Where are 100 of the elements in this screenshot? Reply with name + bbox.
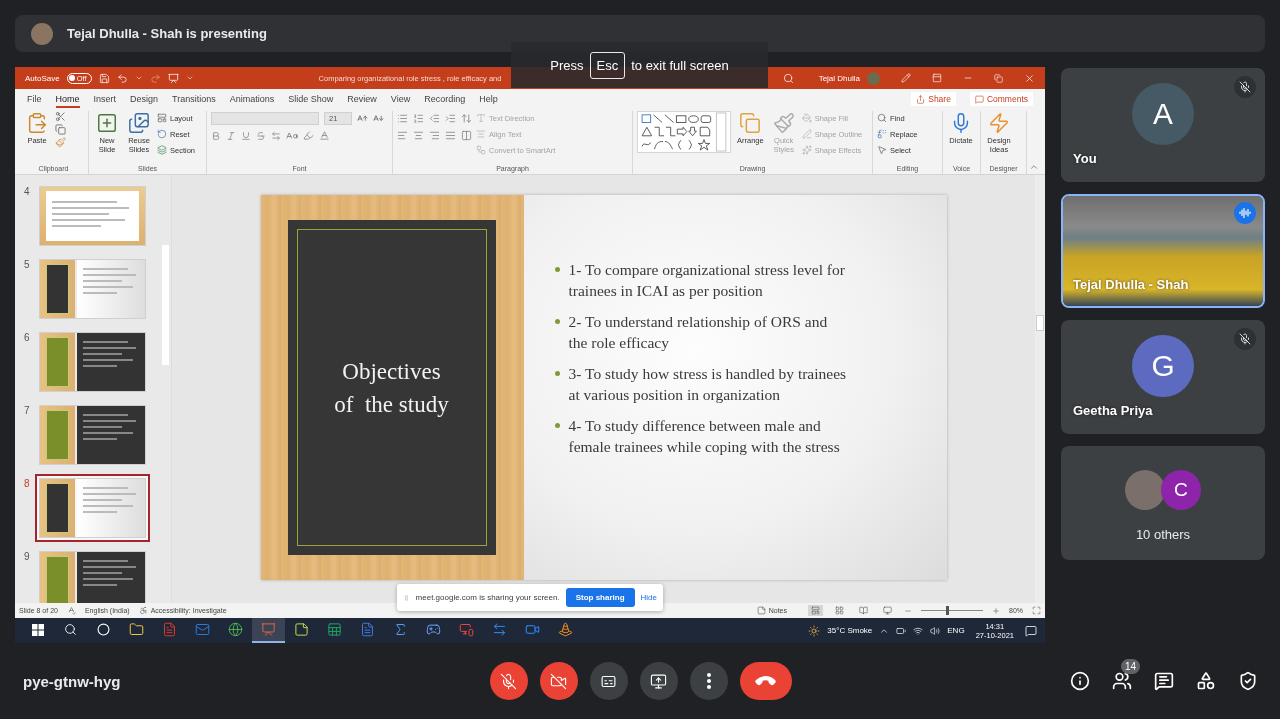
font-color-icon[interactable]	[319, 130, 330, 141]
meeting-action-button[interactable]	[1238, 671, 1258, 691]
search-icon	[64, 623, 77, 636]
save-icon[interactable]	[98, 72, 110, 84]
hide-link[interactable]: Hide	[640, 593, 657, 602]
caret-icon[interactable]	[134, 74, 143, 82]
format-painter-button[interactable]	[55, 137, 66, 148]
underline-icon[interactable]	[241, 130, 251, 141]
shapes-gallery[interactable]	[637, 111, 731, 153]
slide-thumbnail[interactable]	[35, 474, 150, 542]
arrows-icon	[492, 622, 507, 637]
photo-placeholder	[1125, 470, 1165, 510]
view-icon	[859, 606, 868, 615]
justify-icon[interactable]	[445, 130, 456, 141]
ribbon-tab[interactable]: Slide Show	[288, 93, 334, 108]
italic-icon[interactable]	[226, 130, 236, 141]
slider-thumb[interactable]	[946, 606, 949, 615]
indent-decrease-icon[interactable]	[429, 113, 440, 124]
avatar-placeholder	[31, 22, 53, 45]
meeting-action-button[interactable]	[1070, 671, 1090, 691]
shrink-font-icon[interactable]	[373, 113, 384, 124]
strikethrough-icon[interactable]	[256, 130, 266, 141]
redo-icon[interactable]	[149, 72, 161, 84]
bullets-icon[interactable]	[397, 113, 408, 124]
pen-button[interactable]	[901, 73, 911, 83]
restore-button[interactable]	[994, 73, 1003, 83]
ribbon-tab[interactable]: Design	[130, 93, 159, 108]
close-button[interactable]	[1024, 72, 1035, 84]
ribbon-tab[interactable]: Transitions	[172, 93, 216, 108]
view-button[interactable]	[856, 605, 871, 616]
scissors-icon	[55, 111, 66, 122]
ribbon-tab[interactable]: View	[390, 93, 411, 108]
caret-icon[interactable]	[185, 74, 194, 82]
call-control-button[interactable]	[639, 662, 678, 700]
slides-search-icon	[128, 112, 150, 134]
call-control-button[interactable]	[689, 662, 728, 700]
ribbon-tab[interactable]: Help	[479, 93, 498, 108]
call-control-button[interactable]	[539, 662, 578, 700]
meeting-action-button[interactable]	[1196, 671, 1216, 691]
copy-button[interactable]	[55, 124, 66, 135]
comment-icon	[974, 94, 984, 104]
columns-icon[interactable]	[461, 130, 472, 141]
ribbon-tab[interactable]: Home	[55, 93, 80, 108]
spacing-icon[interactable]	[271, 130, 281, 141]
battery-icon[interactable]	[896, 625, 907, 636]
document-icon	[162, 622, 177, 637]
call-control-button[interactable]	[489, 662, 528, 700]
grow-font-icon[interactable]	[357, 113, 368, 124]
ribbon-tab[interactable]: Recording	[424, 93, 466, 108]
wifi-icon[interactable]	[913, 625, 924, 636]
align-left-icon[interactable]	[397, 130, 408, 141]
search-icon[interactable]	[782, 72, 794, 84]
fit-icon[interactable]	[1032, 606, 1041, 615]
undo-icon[interactable]	[116, 72, 128, 84]
ribbon-display-button[interactable]	[932, 73, 942, 83]
camera-off-icon	[550, 672, 567, 690]
chat-icon	[1154, 671, 1174, 691]
bullet-dot	[554, 423, 560, 428]
share-button[interactable]: Share	[911, 92, 956, 106]
cut-button[interactable]	[55, 111, 66, 122]
change-case-icon[interactable]	[286, 129, 298, 142]
language-indicator[interactable]: ENG	[947, 626, 965, 635]
meeting-action-button[interactable]	[1112, 671, 1132, 691]
scrollbar[interactable]	[1035, 175, 1045, 603]
line-spacing-icon[interactable]	[461, 113, 472, 124]
plus-icon[interactable]	[992, 606, 1000, 615]
ribbon-tab[interactable]: Review	[347, 93, 377, 108]
highlighter-icon[interactable]	[303, 130, 314, 141]
call-control-button[interactable]	[739, 662, 792, 700]
notification-icon[interactable]	[1025, 624, 1037, 637]
stop-sharing-button[interactable]: Stop sharing	[565, 588, 635, 607]
scrollbar[interactable]	[160, 175, 172, 603]
collapse-ribbon-button[interactable]	[1029, 162, 1039, 172]
layout-icon	[157, 113, 167, 123]
pen-icon	[901, 73, 911, 83]
volume-icon[interactable]	[930, 625, 941, 636]
brush-icon	[772, 112, 795, 134]
avatar: A	[1132, 83, 1194, 145]
participant-name: Geetha Priya	[1073, 403, 1153, 418]
ribbon-tab[interactable]: File	[27, 93, 42, 108]
align-right-icon[interactable]	[429, 130, 440, 141]
search-icon	[877, 113, 887, 123]
others-count: 10 others	[1135, 527, 1191, 542]
font-name-field[interactable]	[211, 112, 319, 125]
ribbon-tab[interactable]: Animations	[229, 93, 275, 108]
bullet-dot	[554, 371, 560, 376]
view-button[interactable]	[808, 605, 823, 616]
weather-text[interactable]: 35°C Smoke	[827, 626, 873, 635]
call-control-button[interactable]	[589, 662, 628, 700]
comments-button[interactable]: Comments	[969, 92, 1033, 106]
view-button[interactable]	[880, 605, 895, 616]
indent-increase-icon[interactable]	[445, 113, 456, 124]
bold-icon[interactable]	[211, 130, 221, 141]
numbering-icon[interactable]	[413, 113, 424, 124]
meeting-action-button[interactable]	[1154, 671, 1174, 691]
view-button[interactable]	[832, 605, 847, 616]
meeting-code: pye-gtnw-hyg	[23, 672, 122, 690]
ribbon-tab[interactable]: Insert	[93, 93, 117, 108]
presentation-icon[interactable]	[167, 72, 179, 84]
align-center-icon[interactable]	[413, 130, 424, 141]
